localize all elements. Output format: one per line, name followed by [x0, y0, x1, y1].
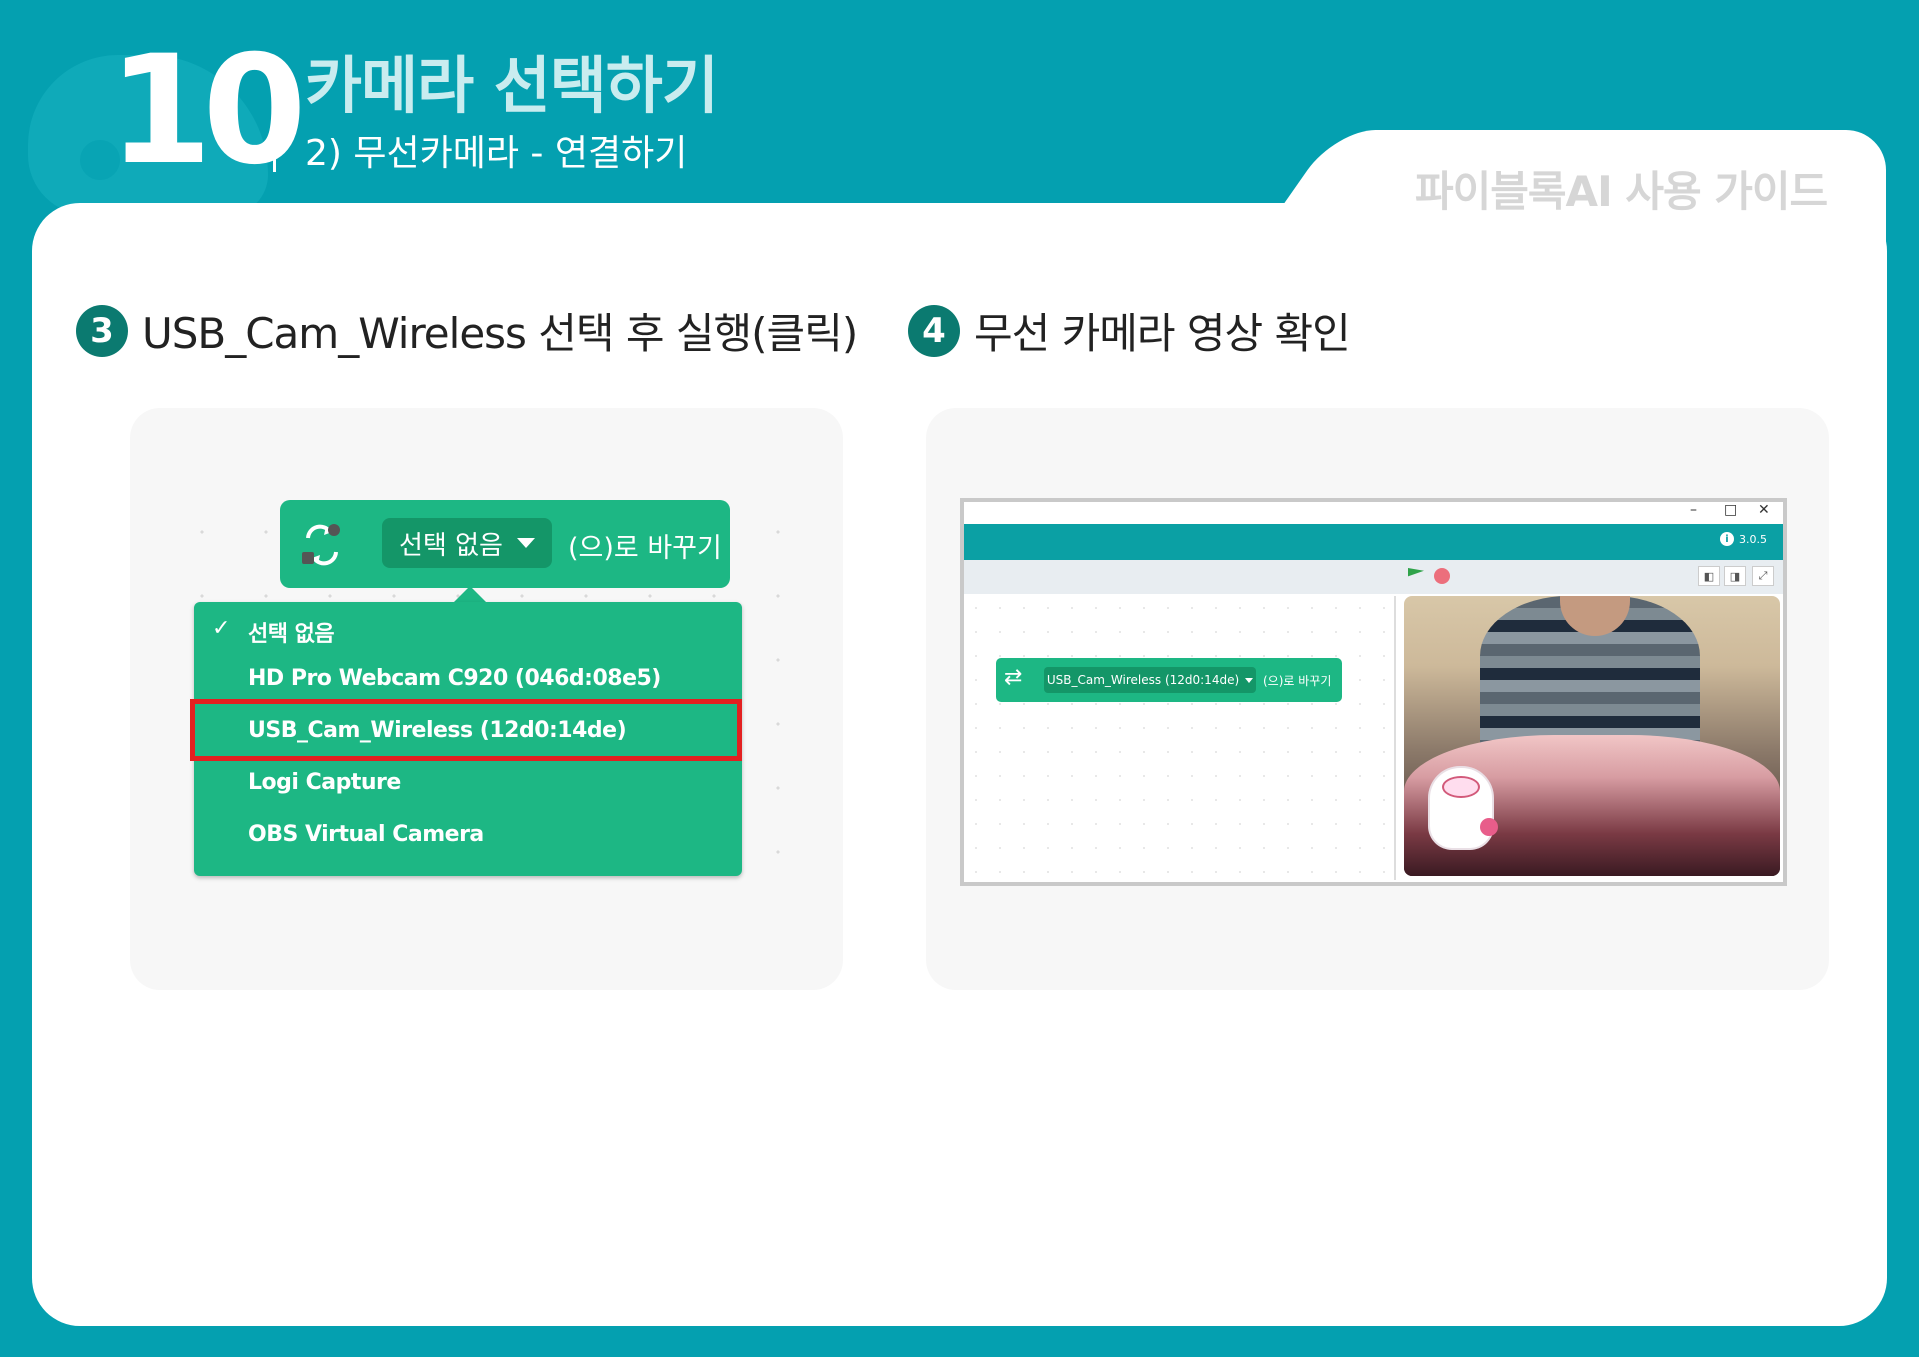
highlight-box	[190, 699, 742, 761]
fullscreen-icon[interactable]: ⤢	[1752, 566, 1774, 586]
header-divider	[273, 62, 276, 172]
camera-switch-icon	[300, 522, 344, 578]
menu-item-logi-capture[interactable]: Logi Capture	[248, 770, 401, 795]
info-icon: i	[1720, 532, 1734, 546]
camera-dropdown-button[interactable]: 선택 없음	[382, 518, 552, 568]
check-icon: ✓	[212, 616, 231, 641]
camera-dropdown-value: 선택 없음	[399, 530, 503, 561]
caret-down-icon	[516, 538, 535, 548]
bear-sprite-bag	[1480, 818, 1498, 836]
code-area[interactable]	[964, 596, 1396, 880]
window-titlebar	[964, 502, 1783, 524]
app-menubar	[964, 524, 1783, 560]
version-text: 3.0.5	[1739, 532, 1767, 546]
chapter-number: 10	[108, 24, 307, 198]
stop-icon[interactable]	[1434, 568, 1450, 584]
mini-camera-switch-icon: ⇄	[1004, 665, 1023, 690]
mini-camera-dropdown[interactable]: USB_Cam_Wireless (12d0:14de)	[1044, 667, 1256, 693]
step-4-text: 무선 카메라 영상 확인	[974, 309, 1351, 358]
block-suffix-text: (으)로 바꾸기	[568, 533, 722, 564]
mini-caret-down-icon	[1245, 677, 1254, 683]
bear-sprite-face	[1442, 776, 1480, 798]
maximize-button[interactable]: □	[1724, 502, 1737, 518]
menu-item-obs-virtual-camera[interactable]: OBS Virtual Camera	[248, 822, 484, 847]
step-4-heading: 4 무선 카메라 영상 확인	[908, 300, 1351, 361]
page-subtitle: 2) 무선카메라 - 연결하기	[305, 133, 688, 174]
close-button[interactable]: ✕	[1758, 502, 1770, 518]
small-stage-icon[interactable]: ◧	[1698, 566, 1720, 586]
guide-label: 파이블록AI 사용 가이드	[1415, 167, 1828, 216]
page-title: 카메라 선택하기	[305, 49, 719, 122]
mini-dropdown-value: USB_Cam_Wireless (12d0:14de)	[1046, 673, 1240, 687]
step-3-heading: 3 USB_Cam_Wireless 선택 후 실행(클릭)	[76, 300, 858, 361]
minimize-button[interactable]: –	[1690, 502, 1697, 518]
menu-item-hd-pro-webcam[interactable]: HD Pro Webcam C920 (046d:08e5)	[248, 666, 661, 691]
large-stage-icon[interactable]: ◨	[1724, 566, 1746, 586]
step-3-badge: 3	[76, 304, 128, 357]
version-indicator[interactable]: i 3.0.5	[1720, 532, 1767, 546]
step-4-badge: 4	[908, 304, 960, 357]
menu-item-none[interactable]: 선택 없음	[248, 616, 335, 648]
stage-toolbar	[964, 560, 1783, 594]
mini-block-suffix: (으)로 바꾸기	[1263, 674, 1332, 688]
step-3-text: USB_Cam_Wireless 선택 후 실행(클릭)	[142, 309, 858, 358]
